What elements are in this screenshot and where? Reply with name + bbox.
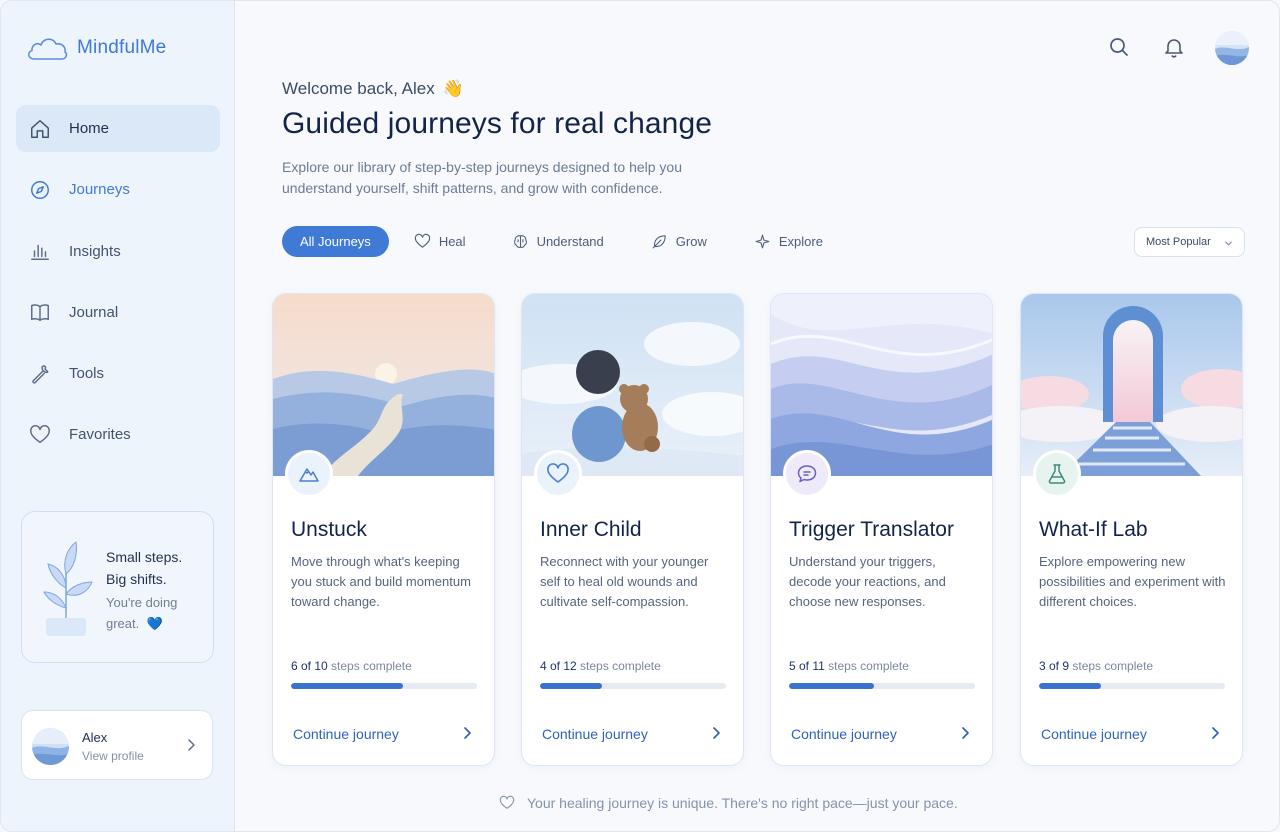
- heart-icon: [499, 795, 515, 809]
- journey-illustration: [771, 294, 992, 476]
- footer-note: Your healing journey is unique. There's …: [499, 795, 958, 811]
- book-icon: [31, 304, 49, 322]
- brain-icon: [513, 235, 527, 248]
- journey-description: Explore empowering new possibilities and…: [1039, 554, 1226, 609]
- journey-progress-text: 3 of 9 steps complete: [1039, 659, 1154, 673]
- progress-bar: [291, 683, 477, 689]
- profile-name: Alex: [82, 730, 108, 745]
- heart-icon: [547, 463, 569, 483]
- journey-badge: [783, 450, 831, 498]
- user-avatar[interactable]: [1215, 31, 1249, 65]
- bell-icon[interactable]: [1162, 35, 1186, 59]
- journey-card[interactable]: Trigger Translator Understand your trigg…: [770, 293, 993, 766]
- compass-icon: [31, 180, 49, 199]
- sidebar-item-journal[interactable]: Journal: [16, 289, 220, 336]
- chevron-right-icon[interactable]: [958, 726, 972, 740]
- journey-title: Trigger Translator: [789, 518, 954, 541]
- sidebar-item-insights[interactable]: Insights: [16, 228, 220, 275]
- flask-icon: [1048, 464, 1066, 484]
- journey-illustration: [273, 294, 494, 476]
- search-icon[interactable]: [1107, 35, 1131, 59]
- welcome-message: Welcome back, Alex 👋: [282, 79, 464, 98]
- sidebar-item-tools[interactable]: Tools: [16, 350, 220, 397]
- filter-heal[interactable]: Heal: [414, 226, 466, 257]
- filter-explore[interactable]: Explore: [754, 226, 823, 257]
- chat-bubble-icon: [797, 465, 817, 483]
- journey-description: Understand your triggers, decode your re…: [789, 554, 946, 609]
- brand-name: MindfulMe: [77, 37, 167, 58]
- leaf-icon: [652, 235, 666, 249]
- journey-illustration: [522, 294, 743, 476]
- heart-icon: [414, 233, 430, 248]
- continue-journey-link[interactable]: Continue journey: [293, 726, 399, 742]
- continue-journey-link[interactable]: Continue journey: [791, 726, 897, 742]
- journey-title: Inner Child: [540, 518, 642, 541]
- plant-illustration: [43, 541, 93, 636]
- journey-description: Reconnect with your younger self to heal…: [540, 554, 709, 609]
- journey-description: Move through what's keeping you stuck an…: [291, 554, 471, 609]
- journey-card[interactable]: Inner Child Reconnect with your younger …: [521, 293, 744, 766]
- sidebar-item-label: Journal: [69, 303, 119, 321]
- chevron-right-icon[interactable]: [1208, 726, 1222, 740]
- progress-bar: [789, 683, 975, 689]
- encouragement-card: Small steps. Big shifts. You're doing grea…: [21, 511, 214, 663]
- sidebar-item-label: Journeys: [69, 181, 130, 199]
- home-icon: [31, 119, 49, 138]
- continue-journey-link[interactable]: Continue journey: [542, 726, 648, 742]
- journey-progress-text: 5 of 11 steps complete: [789, 659, 909, 673]
- avatar: [32, 728, 69, 765]
- journey-badge: [534, 450, 582, 498]
- chevron-right-icon[interactable]: [709, 726, 723, 740]
- sidebar-item-label: Tools: [69, 365, 105, 383]
- filter-grow[interactable]: Grow: [651, 226, 707, 257]
- page-title: Guided journeys for real change: [282, 107, 713, 140]
- sidebar-item-label: Favorites: [69, 426, 131, 444]
- profile-card[interactable]: Alex View profile: [21, 710, 213, 780]
- view-profile-link: View profile: [82, 749, 144, 763]
- journey-card[interactable]: Unstuck Move through what's keeping you …: [272, 293, 495, 766]
- chevron-down-icon: [1225, 241, 1232, 246]
- sidebar: MindfulMe Home Journeys Insights Journal: [1, 1, 235, 831]
- blue-heart-icon: 💙: [146, 616, 163, 631]
- page-description: Explore our library of step-by-step jour…: [282, 159, 682, 196]
- wrench-icon: [32, 364, 49, 384]
- continue-journey-link[interactable]: Continue journey: [1041, 726, 1147, 742]
- sidebar-item-journeys[interactable]: Journeys: [16, 166, 220, 213]
- filter-understand[interactable]: Understand: [512, 226, 604, 257]
- chevron-right-icon: [188, 739, 195, 751]
- journey-title: What-If Lab: [1039, 518, 1148, 541]
- journey-progress-text: 6 of 10 steps complete: [291, 659, 412, 673]
- encouragement-title: Small steps. Big shifts.: [106, 549, 183, 587]
- mountain-icon: [299, 468, 319, 482]
- cloud-icon: [28, 38, 68, 60]
- brand[interactable]: MindfulMe: [25, 33, 166, 63]
- progress-bar: [540, 683, 726, 689]
- filter-all-journeys[interactable]: All Journeys: [282, 226, 389, 257]
- progress-bar: [1039, 683, 1225, 689]
- app-window: MindfulMe Home Journeys Insights Journal: [0, 0, 1280, 832]
- journey-card[interactable]: What-If Lab Explore empowering new possi…: [1020, 293, 1243, 766]
- sidebar-item-label: Home: [69, 120, 110, 137]
- sort-dropdown[interactable]: Most Popular: [1134, 227, 1245, 257]
- sidebar-item-home[interactable]: Home: [16, 105, 220, 152]
- sparkle-icon: [755, 234, 770, 249]
- wave-emoji: 👋: [442, 79, 464, 98]
- journey-badge: [1033, 450, 1081, 498]
- bar-chart-icon: [31, 244, 49, 261]
- journey-illustration: [1021, 294, 1242, 476]
- encouragement-subtitle: You're doing great. 💙: [106, 595, 178, 631]
- journey-progress-text: 4 of 12 steps complete: [540, 659, 661, 673]
- filter-chips: All Journeys Heal Understand Grow Explor…: [282, 226, 823, 257]
- chevron-right-icon[interactable]: [460, 726, 474, 740]
- sidebar-nav: Home Journeys Insights Journal Tools Fav…: [16, 105, 220, 473]
- sidebar-item-favorites[interactable]: Favorites: [16, 411, 220, 458]
- heart-icon: [30, 425, 50, 444]
- journey-badge: [285, 450, 333, 498]
- journey-title: Unstuck: [291, 518, 367, 541]
- sidebar-item-label: Insights: [69, 242, 121, 260]
